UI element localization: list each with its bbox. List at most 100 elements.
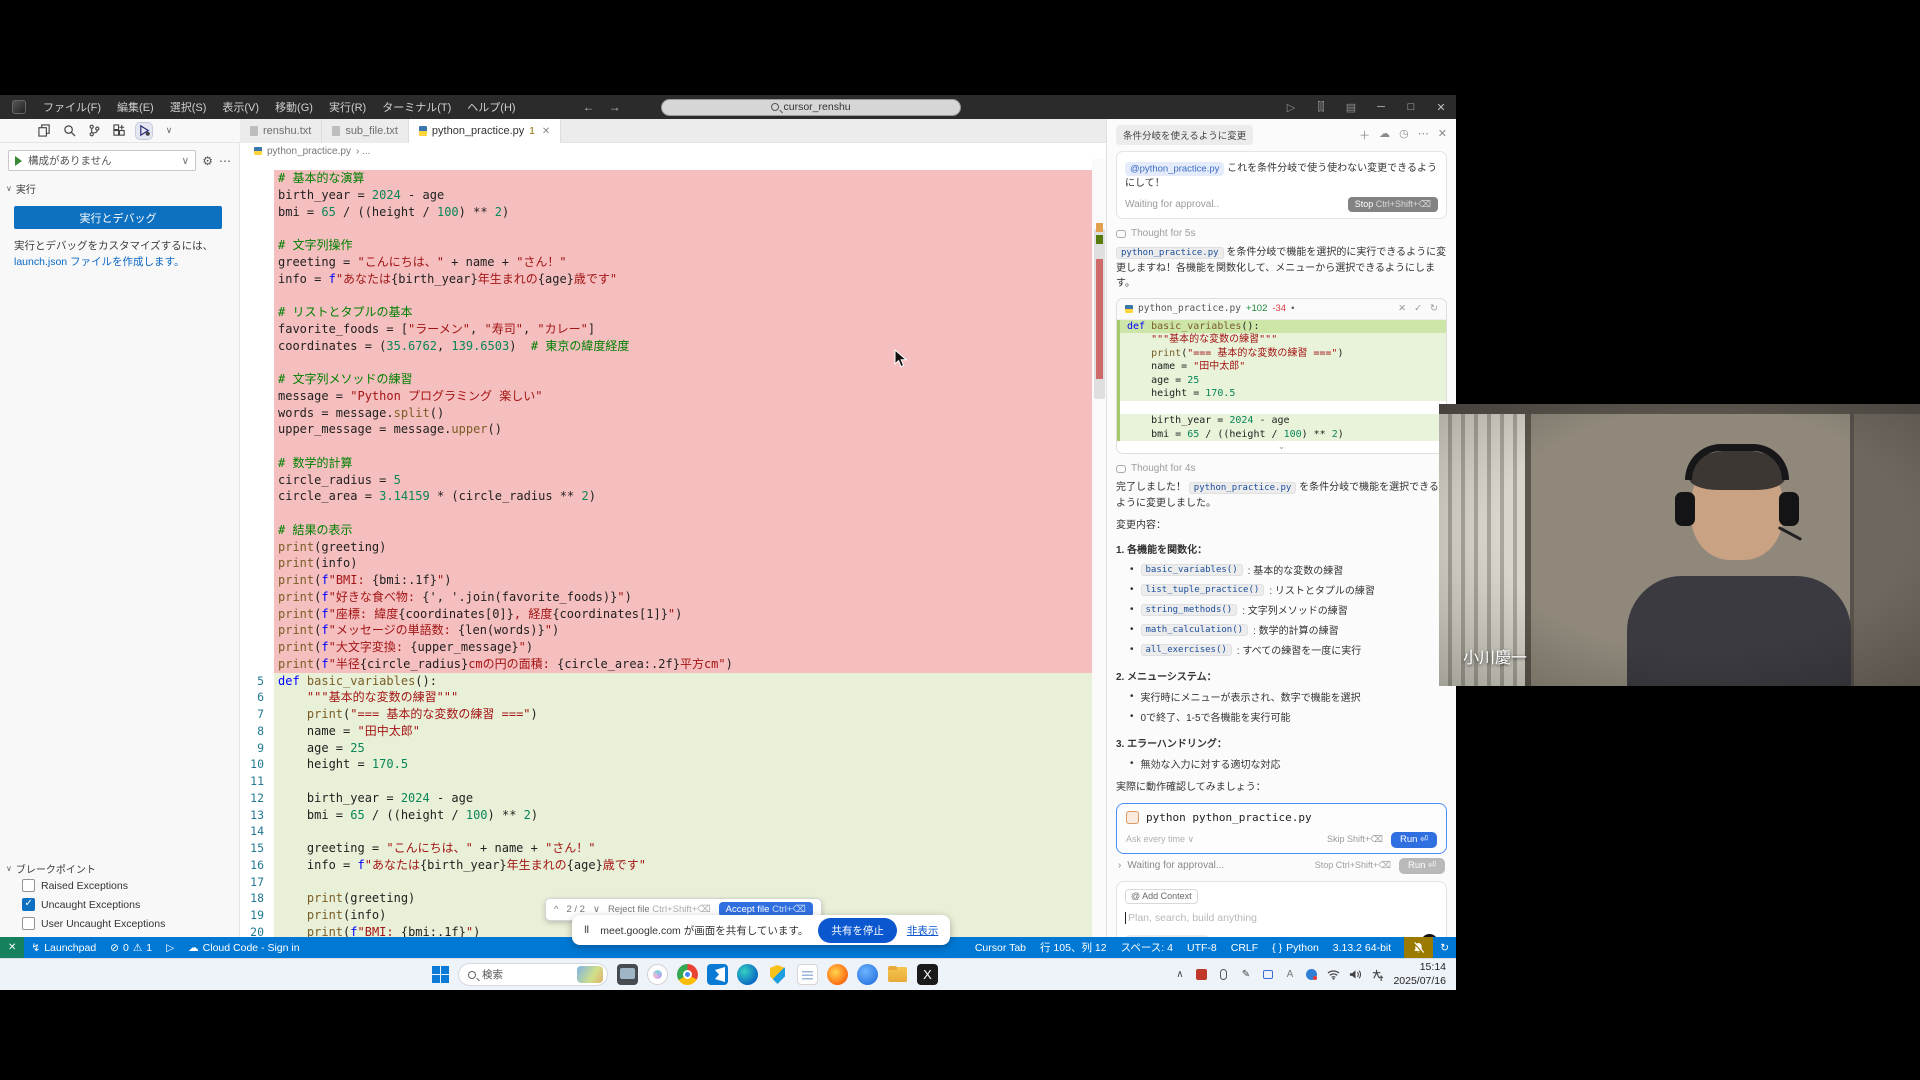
edge-icon[interactable] [737, 964, 758, 985]
volume-icon[interactable] [1349, 968, 1362, 981]
notepad-icon[interactable] [797, 964, 818, 985]
history-icon[interactable]: ◷ [1399, 127, 1409, 143]
run-layout-icon[interactable]: ▷ [1276, 101, 1306, 114]
eol-item[interactable]: CRLF [1224, 942, 1265, 954]
search-sidebar-icon[interactable] [61, 123, 77, 139]
thought-row-2[interactable]: Thought for 4s [1116, 463, 1447, 474]
snip-icon[interactable] [1261, 968, 1274, 981]
chevron-right-icon[interactable]: › [1118, 860, 1121, 871]
mouse-settings-icon[interactable] [1217, 968, 1230, 981]
reject-file-button[interactable]: Reject file Ctrl+Shift+⌫ [608, 904, 711, 915]
defender-icon[interactable] [767, 964, 788, 985]
breakpoint-row[interactable]: Uncaught Exceptions [0, 895, 239, 914]
source-control-icon[interactable] [86, 123, 102, 139]
stop-button[interactable]: Stop Ctrl+Shift+⌫ [1315, 860, 1391, 871]
cloud-icon[interactable]: ☁ [1379, 127, 1390, 143]
prev-diff-icon[interactable]: ^ [554, 904, 558, 915]
minimize-button[interactable]: ─ [1366, 101, 1396, 113]
python-version-item[interactable]: 3.13.2 64-bit [1326, 942, 1398, 954]
panel-layout-icon[interactable]: ▤ [1336, 101, 1366, 114]
indent-item[interactable]: スペース: 4 [1114, 940, 1180, 955]
browser-tray-icon[interactable] [1305, 968, 1318, 981]
close-button[interactable]: ✕ [1426, 101, 1456, 114]
encoding-item[interactable]: UTF-8 [1180, 942, 1224, 954]
split-layout-icon[interactable]: ⫿⫿ [1306, 101, 1336, 114]
accept-icon[interactable]: ✓ [1414, 303, 1422, 314]
menu-item[interactable]: 選択(S) [163, 97, 214, 117]
run-command-button[interactable]: Run ⏎ [1391, 832, 1437, 848]
tray-app-icon[interactable] [1195, 968, 1208, 981]
remote-indicator[interactable]: ✕ [0, 937, 24, 958]
start-debug-icon[interactable] [15, 156, 22, 166]
x-app-icon[interactable]: X [917, 964, 938, 985]
gear-icon[interactable]: ⚙ [202, 154, 213, 168]
skip-button[interactable]: Skip Shift+⌫ [1327, 834, 1383, 845]
forward-icon[interactable]: → [609, 100, 621, 114]
wifi-icon[interactable] [1327, 968, 1340, 981]
editor-tab[interactable]: sub_file.txt [322, 119, 409, 143]
sync-icon[interactable]: ↻ [1433, 942, 1456, 954]
run-debug-icon[interactable] [136, 123, 152, 139]
menu-item[interactable]: 表示(V) [215, 97, 266, 117]
next-diff-icon[interactable]: ∨ [593, 904, 600, 915]
checkbox[interactable] [22, 898, 35, 911]
debug-status-icon[interactable]: ▷ [159, 942, 181, 954]
menu-item[interactable]: 編集(E) [110, 97, 161, 117]
start-button[interactable] [432, 966, 449, 983]
menu-item[interactable]: ヘルプ(H) [460, 97, 522, 117]
problems-item[interactable]: ⊘0⚠1 [103, 942, 159, 954]
menu-item[interactable]: ターミナル(T) [375, 97, 458, 117]
menu-item[interactable]: 移動(G) [268, 97, 320, 117]
tray-expand-icon[interactable]: ∧ [1173, 968, 1186, 981]
editor-tab[interactable]: python_practice.py1✕ [409, 119, 561, 143]
explorer-icon[interactable] [887, 964, 908, 985]
diff-preview-card[interactable]: python_practice.py +102 -34 • ✕ ✓ ↻ def … [1116, 298, 1447, 455]
breakpoints-header[interactable]: ∨ ブレークポイント [0, 861, 239, 876]
ime-a-icon[interactable]: A [1283, 968, 1296, 981]
extensions-icon[interactable] [111, 123, 127, 139]
expand-chevron-icon[interactable]: ⌄ [1117, 441, 1446, 453]
tab-close-icon[interactable]: ✕ [542, 126, 550, 137]
more-icon[interactable]: ⋯ [1418, 127, 1429, 143]
tray-clock[interactable]: 15:14 2025/07/16 [1393, 961, 1446, 987]
line-col-item[interactable]: 行 105、列 12 [1033, 940, 1114, 955]
code-editor[interactable]: # 基本的な演算birth_year = 2024 - agebmi = 65 … [240, 159, 1106, 937]
cursor-tab-item[interactable]: Cursor Tab [968, 942, 1033, 954]
close-panel-icon[interactable]: ✕ [1438, 127, 1447, 143]
chrome-icon[interactable] [677, 964, 698, 985]
run-button[interactable]: Run ⏎ [1399, 858, 1445, 874]
breadcrumb[interactable]: python_practice.py › ... [240, 143, 1106, 159]
breakpoint-row[interactable]: User Uncaught Exceptions [0, 914, 239, 933]
menu-item[interactable]: ファイル(F) [36, 97, 108, 117]
back-icon[interactable]: ← [583, 100, 595, 114]
taskbar-search[interactable]: 検索 [458, 963, 608, 986]
thought-row-1[interactable]: Thought for 5s [1116, 228, 1447, 239]
reject-icon[interactable]: ✕ [1398, 303, 1406, 314]
maximize-button[interactable]: □ [1396, 101, 1426, 113]
cloud-code-item[interactable]: ☁Cloud Code - Sign in [181, 942, 306, 954]
add-context-chip[interactable]: @ Add Context [1125, 889, 1198, 904]
ask-every-time-dropdown[interactable]: Ask every time ∨ [1126, 834, 1194, 845]
desktop-app-icon[interactable] [617, 964, 638, 985]
menu-item[interactable]: 実行(R) [322, 97, 373, 117]
hide-bar-link[interactable]: 非表示 [907, 923, 939, 938]
pen-icon[interactable]: ✎ [1239, 968, 1252, 981]
chat-input-field[interactable]: Plan, search, build anything [1125, 912, 1438, 924]
notification-bell-icon[interactable] [1404, 937, 1433, 958]
copy-icon[interactable] [36, 123, 52, 139]
chat-input-box[interactable]: @ Add Context Plan, search, build anythi… [1116, 881, 1447, 938]
vscode-icon[interactable] [707, 964, 728, 985]
stop-sharing-button[interactable]: 共有を停止 [818, 918, 897, 943]
run-section-header[interactable]: ∨ 実行 [0, 171, 239, 196]
launchpad-item[interactable]: ↯Launchpad [24, 942, 103, 954]
file-mention-chip[interactable]: @python_practice.py [1125, 162, 1224, 176]
launch-json-link[interactable]: launch.json ファイルを作成します。 [14, 256, 185, 268]
more-actions-icon[interactable]: ⋯ [219, 154, 231, 168]
debug-config-select[interactable]: 構成がありません ∨ [8, 150, 196, 171]
language-switch-icon[interactable] [1371, 968, 1384, 981]
new-chat-icon[interactable]: ＋ [1359, 127, 1370, 143]
stop-button[interactable]: Stop Ctrl+Shift+⌫ [1348, 197, 1438, 212]
teams-icon[interactable] [857, 964, 878, 985]
chevron-down-icon[interactable]: ∨ [161, 123, 177, 139]
run-and-debug-button[interactable]: 実行とデバッグ [14, 206, 222, 229]
